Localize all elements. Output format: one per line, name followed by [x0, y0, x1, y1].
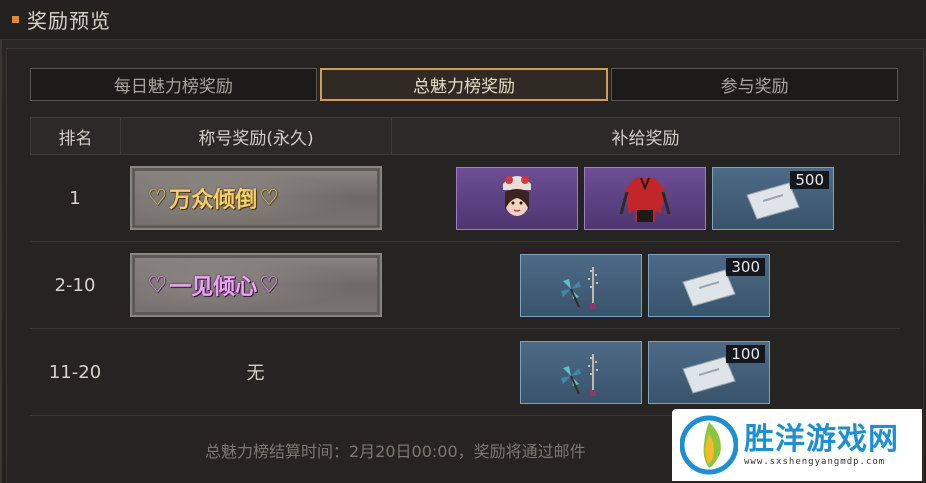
red-jacket-svg — [619, 177, 671, 222]
heart-icon: ♡ — [259, 185, 279, 211]
character-head-svg — [503, 176, 531, 216]
supply-cell: 300 — [391, 242, 898, 328]
title-marker — [12, 16, 19, 23]
title-badge[interactable]: ♡ 万众倾倒 ♡ — [129, 166, 382, 230]
heart-icon: ♡ — [259, 272, 279, 298]
table-row: 1 ♡ 万众倾倒 ♡ 500 — [30, 155, 900, 242]
watermark-logo-icon — [680, 415, 738, 475]
item-count: 100 — [726, 344, 765, 363]
supply-cell: 500 — [391, 155, 898, 241]
header-rank: 排名 — [31, 118, 121, 154]
tab-daily-charm-reward[interactable]: 每日魅力榜奖励 — [30, 68, 317, 101]
heart-icon: ♡ — [147, 185, 168, 211]
header-title-reward: 称号奖励(永久) — [121, 118, 392, 154]
title-cell: ♡ 一见倾心 ♡ — [120, 242, 391, 328]
reward-items: 100 — [520, 340, 770, 404]
character-head-item-icon[interactable] — [456, 166, 578, 230]
reward-items: 500 — [456, 166, 834, 230]
supply-cell: 100 — [391, 329, 898, 415]
rank-cell: 1 — [69, 187, 81, 209]
firework-pinwheel-icon[interactable] — [520, 253, 642, 317]
header-supply-reward: 补给奖励 — [611, 128, 680, 149]
watermark-url: www.sxshengyangmdp.com — [744, 457, 886, 467]
coupon-pack-icon[interactable]: 100 — [648, 340, 770, 404]
table-header: 排名 称号奖励(永久) 补给奖励 — [30, 117, 900, 155]
reward-items: 300 — [520, 253, 770, 317]
firework-pinwheel-icon[interactable] — [520, 340, 642, 404]
window-title: 奖励预览 — [27, 9, 111, 33]
firework-svg — [561, 354, 598, 396]
firework-svg — [561, 267, 598, 309]
item-count: 500 — [790, 170, 829, 189]
table-row: 11-20 无 100 — [30, 329, 900, 416]
watermark-title: 胜洋游戏网 — [744, 422, 899, 457]
tab-participation-reward[interactable]: 参与奖励 — [611, 68, 899, 101]
coupon-pack-icon[interactable]: 300 — [648, 253, 770, 317]
title-badge[interactable]: ♡ 一见倾心 ♡ — [129, 253, 382, 317]
title-cell: ♡ 万众倾倒 ♡ — [120, 155, 391, 241]
site-watermark: 胜洋游戏网 www.sxshengyangmdp.com — [672, 409, 922, 481]
rank-cell: 11-20 — [48, 361, 102, 383]
title-badge-text: 一见倾心 — [169, 275, 258, 300]
table-row: 2-10 ♡ 一见倾心 ♡ 300 — [30, 242, 900, 329]
watermark-text-group: 胜洋游戏网 www.sxshengyangmdp.com — [744, 422, 899, 468]
heart-icon: ♡ — [147, 272, 168, 298]
rank-cell: 2-10 — [54, 274, 96, 296]
title-cell: 无 — [246, 363, 265, 384]
tab-bar: 每日魅力榜奖励 总魅力榜奖励 参与奖励 — [30, 68, 899, 101]
tab-total-charm-reward[interactable]: 总魅力榜奖励 — [319, 68, 609, 101]
item-count: 300 — [726, 257, 765, 276]
title-bar: 奖励预览 — [0, 0, 926, 40]
coupon-pack-icon[interactable]: 500 — [712, 166, 834, 230]
title-badge-text: 万众倾倒 — [169, 188, 258, 213]
settlement-note: 总魅力榜结算时间：2月20日00:00，奖励将通过邮件 — [205, 442, 586, 461]
reward-table: 排名 称号奖励(永久) 补给奖励 1 ♡ 万众倾倒 ♡ 500 2-10 ♡ 一… — [30, 117, 900, 416]
red-jacket-item-icon[interactable] — [584, 166, 706, 230]
